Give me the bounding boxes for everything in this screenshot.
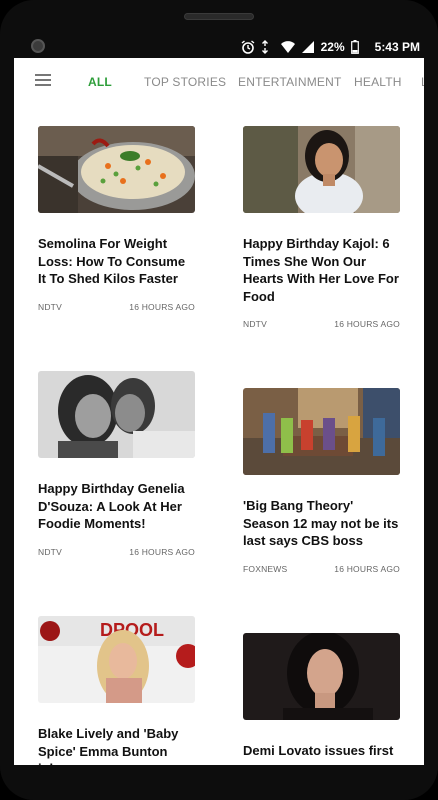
wifi-icon (280, 40, 295, 54)
bottom-bezel (0, 765, 438, 800)
article-meta: NDTV 16 HOURS AGO (38, 302, 195, 312)
tab-top-stories[interactable]: TOP STORIES (144, 75, 226, 89)
tab-health[interactable]: HEALTH (354, 75, 402, 89)
article-time: 16 HOURS AGO (334, 563, 400, 574)
status-bar: 22% 5:43 PM (240, 38, 420, 56)
article-card[interactable]: Semolina For Weight Loss: How To Consume… (38, 126, 195, 312)
article-source: NDTV (243, 319, 267, 329)
upma-dish-image (38, 126, 195, 213)
article-title[interactable]: Semolina For Weight Loss: How To Consume… (38, 235, 195, 288)
clock: 5:43 PM (374, 40, 420, 54)
article-time: 16 HOURS AGO (334, 319, 400, 329)
article-card[interactable]: Happy Birthday Genelia D'Souza: A Look A… (38, 371, 195, 557)
front-camera (31, 39, 45, 53)
article-time: 16 HOURS AGO (129, 546, 195, 557)
article-title[interactable]: Happy Birthday Genelia D'Souza: A Look A… (38, 480, 195, 533)
article-meta: FOXNEWS 16 HOURS AGO (243, 564, 400, 574)
article-source: NDTV (38, 301, 62, 312)
article-source: NDTV (38, 546, 62, 557)
article-title[interactable]: Happy Birthday Kajol: 6 Times She Won Ou… (243, 235, 400, 305)
menu-icon[interactable] (35, 74, 51, 86)
article-title[interactable]: 'Big Bang Theory' Season 12 may not be i… (243, 497, 400, 550)
tab-next-partial[interactable]: L (421, 75, 424, 89)
data-transfer-icon (261, 40, 275, 54)
earpiece-speaker (184, 13, 254, 20)
article-card[interactable]: DPOOL Blake Lively and 'Baby Spice' Emma… (38, 616, 195, 765)
article-meta: NDTV 16 HOURS AGO (38, 547, 195, 557)
category-tabs: ALL TOP STORIES ENTERTAINMENT HEALTH L (14, 58, 424, 106)
battery-icon (350, 40, 365, 54)
phone-frame: 22% 5:43 PM ALL TOP STORIES ENTERTAINMEN… (0, 0, 438, 800)
article-card[interactable]: Happy Birthday Kajol: 6 Times She Won Ou… (243, 126, 400, 329)
couple-bw-image (38, 371, 195, 458)
article-title[interactable]: Demi Lovato issues first (243, 742, 400, 760)
tv-show-scene-image (243, 388, 400, 475)
alarm-icon (241, 40, 255, 54)
signal-icon (301, 40, 315, 54)
article-time: 16 HOURS AGO (129, 301, 195, 312)
battery-percent: 22% (320, 40, 345, 54)
kajol-portrait-image (243, 126, 400, 213)
blake-lively-image: DPOOL (38, 616, 195, 703)
demi-lovato-image (243, 633, 400, 720)
article-title[interactable]: Blake Lively and 'Baby Spice' Emma Bunto… (38, 725, 195, 765)
article-card[interactable]: 'Big Bang Theory' Season 12 may not be i… (243, 388, 400, 574)
article-meta: NDTV 16 HOURS AGO (243, 319, 400, 329)
tab-entertainment[interactable]: ENTERTAINMENT (238, 75, 342, 89)
app-screen: ALL TOP STORIES ENTERTAINMENT HEALTH L (14, 58, 424, 765)
article-source: FOXNEWS (243, 563, 288, 574)
tab-all[interactable]: ALL (88, 75, 112, 89)
article-card[interactable]: Demi Lovato issues first (243, 633, 400, 760)
